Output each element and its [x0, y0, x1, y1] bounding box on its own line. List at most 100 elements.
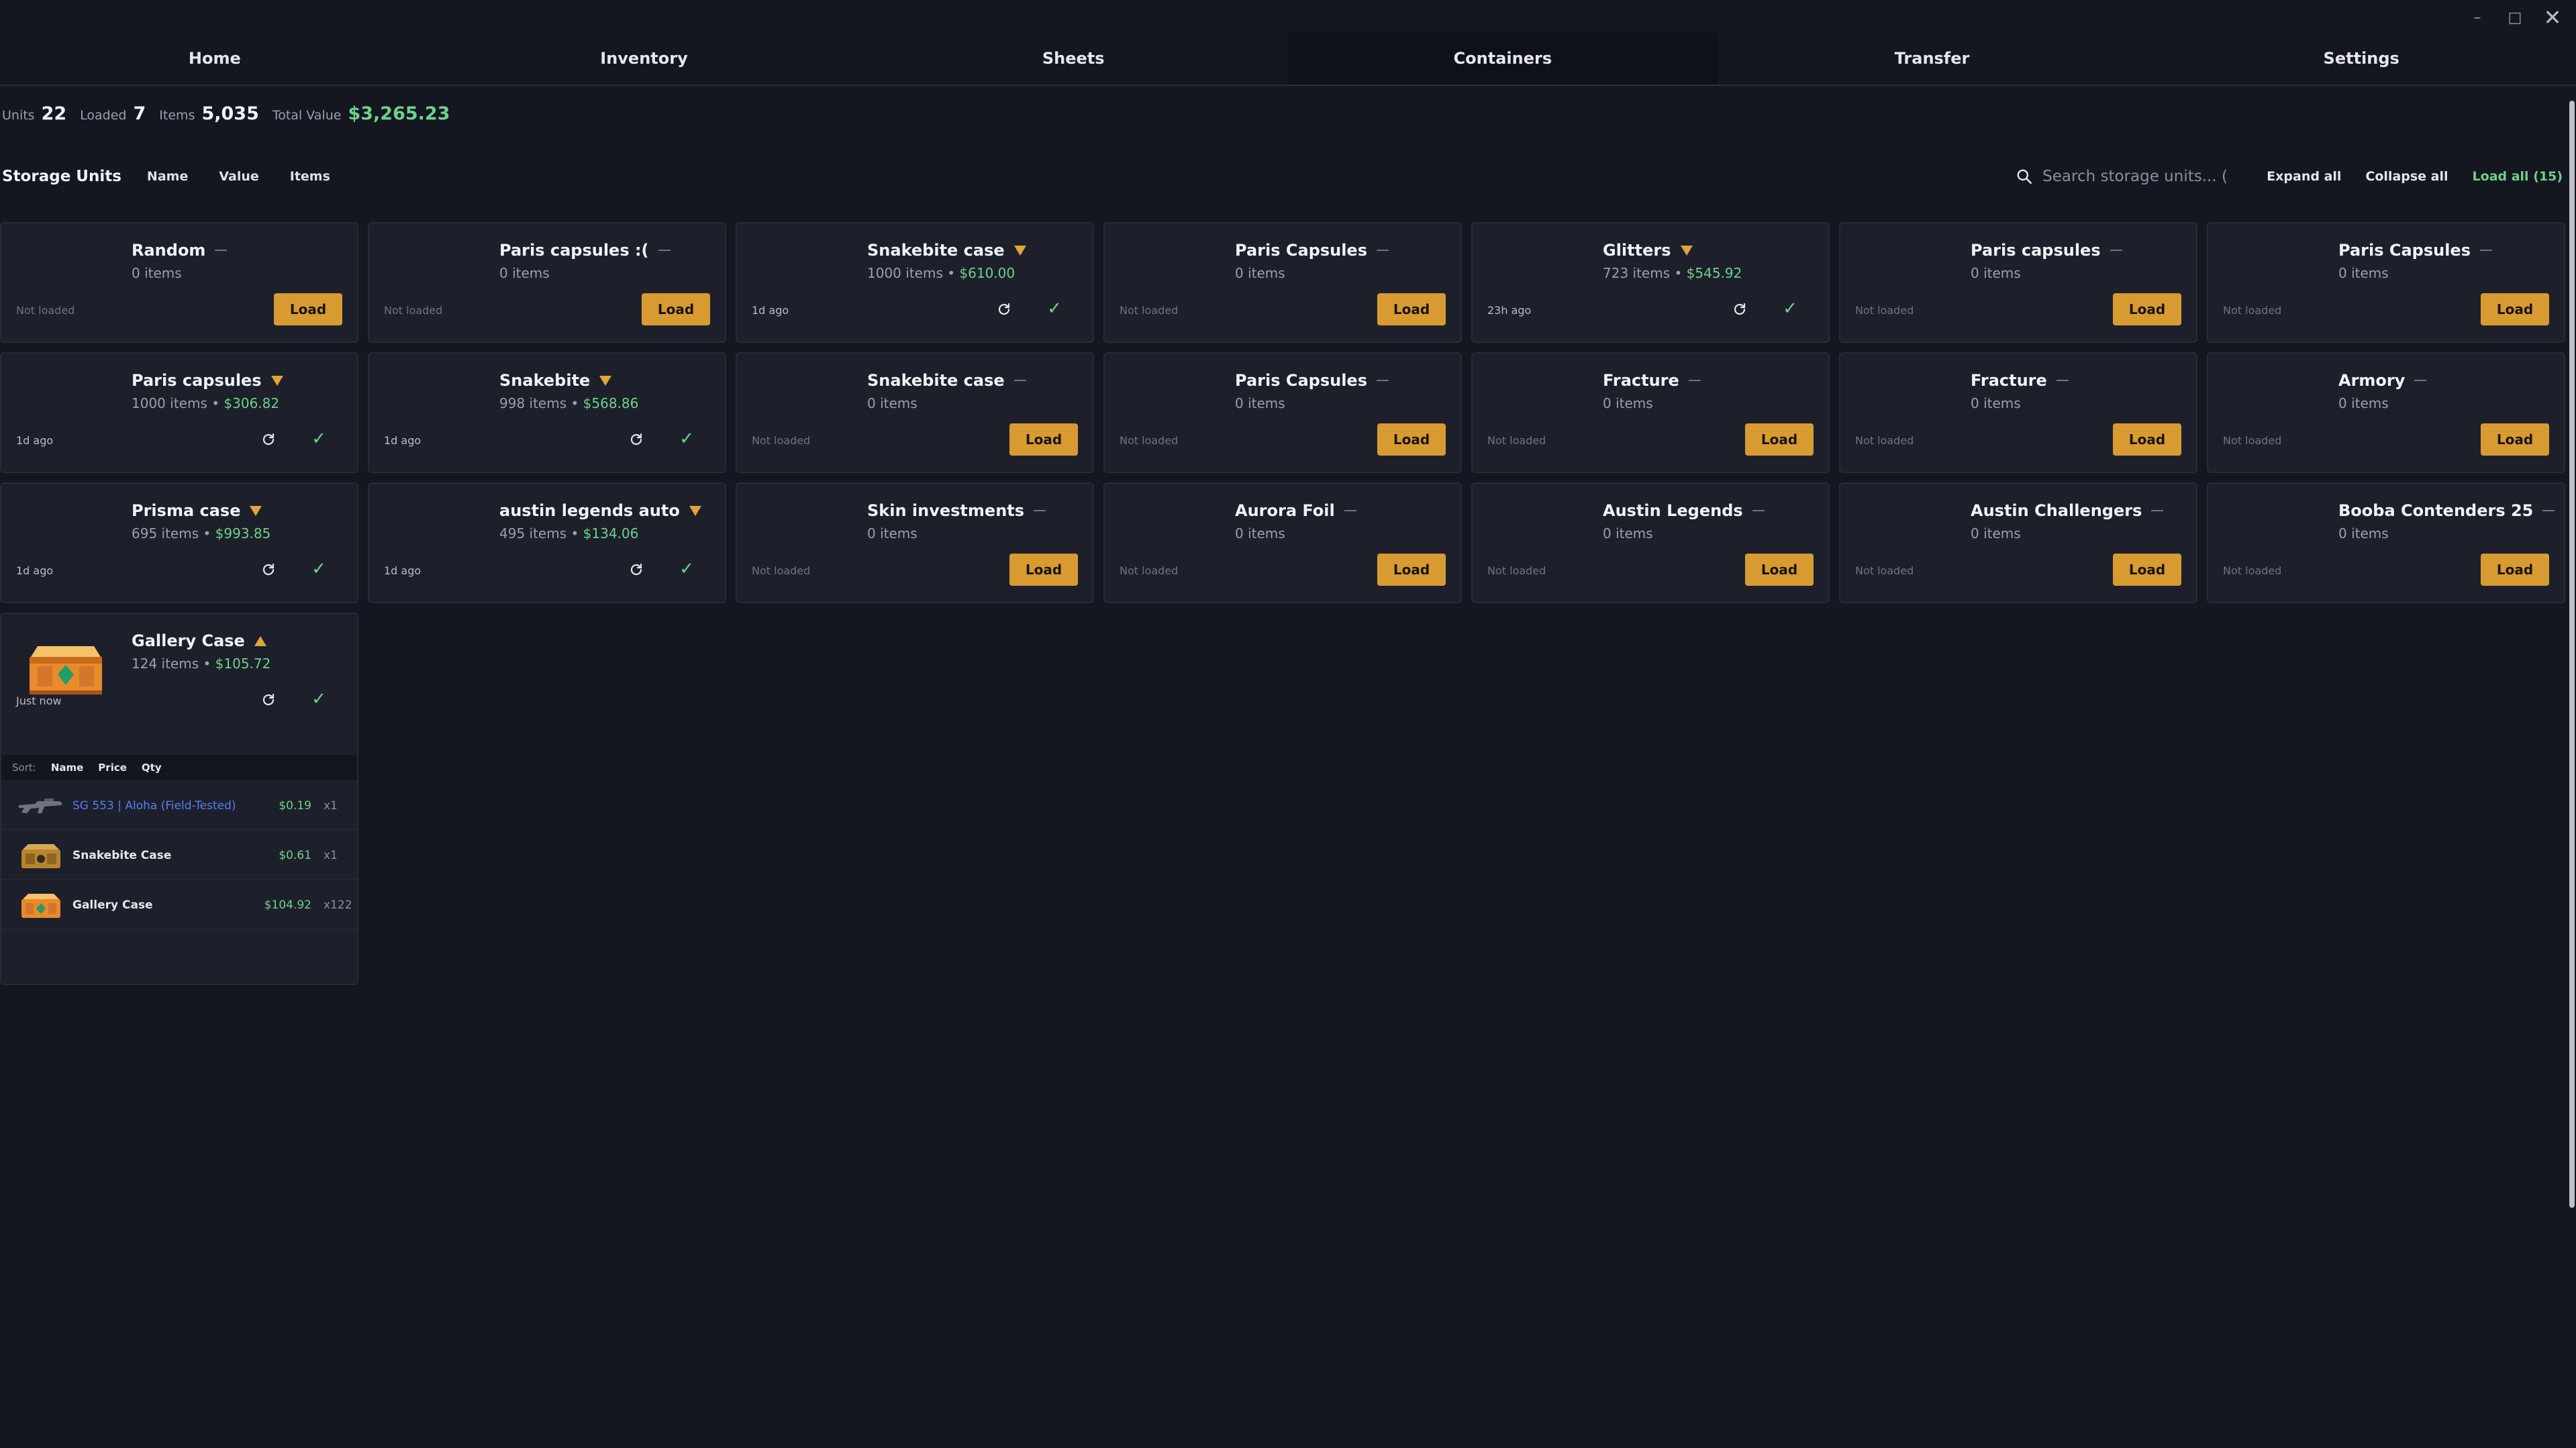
storage-unit-card[interactable]: Paris capsules :( 0 items Not loaded Loa… [368, 222, 726, 343]
unit-status: Not loaded [1855, 434, 1914, 447]
unit-status: Not loaded [1120, 434, 1179, 447]
refresh-icon[interactable] [628, 431, 644, 448]
check-icon: ✓ [311, 689, 326, 709]
load-button[interactable]: Load [2113, 293, 2181, 325]
unit-item-count: 0 items [867, 525, 918, 541]
maximize-icon[interactable]: □ [2506, 9, 2524, 26]
expand-arrow-icon[interactable] [1680, 245, 1693, 256]
storage-unit-card[interactable]: Paris capsules 1000 items • $306.82 1d a… [0, 352, 358, 473]
storage-unit-grid: Random 0 items Not loaded Load Paris cap… [0, 222, 2565, 985]
storage-unit-card[interactable]: Paris Capsules 0 items Not loaded Load [1103, 352, 1462, 473]
refresh-icon[interactable] [996, 301, 1012, 317]
unit-status: 1d ago [16, 564, 54, 577]
storage-unit-card[interactable]: Fracture 0 items Not loaded Load [1839, 352, 2197, 473]
storage-unit-card[interactable]: Aurora Foil 0 items Not loaded Load [1103, 482, 1462, 603]
sort-qty-option[interactable]: Qty [142, 762, 162, 774]
storage-unit-card[interactable]: Snakebite case 1000 items • $610.00 1d a… [736, 222, 1094, 343]
search-input[interactable] [2042, 168, 2231, 185]
storage-unit-card[interactable]: Glitters 723 items • $545.92 23h ago ✓ [1471, 222, 1830, 343]
content-row-snakebite-case[interactable]: Snakebite Case $0.61 x1 [1, 831, 357, 880]
tab-sheets[interactable]: Sheets [858, 32, 1288, 85]
refresh-icon[interactable] [628, 562, 644, 578]
scrollbar-thumb[interactable] [2569, 101, 2575, 1208]
content-row-sg553-aloha[interactable]: SG 553 | Aloha (Field-Tested) $0.19 x1 [1, 782, 357, 830]
expand-all-button[interactable]: Expand all [2267, 169, 2341, 184]
expand-arrow-icon[interactable] [270, 375, 283, 386]
collapse-arrow-icon[interactable] [254, 635, 266, 646]
unit-item-count: 0 items [132, 265, 182, 281]
storage-unit-card[interactable]: austin legends auto 495 items • $134.06 … [368, 482, 726, 603]
load-all-button[interactable]: Load all (15) [2473, 169, 2563, 184]
expand-arrow-icon[interactable] [689, 505, 701, 516]
unit-status: 1d ago [16, 434, 54, 447]
storage-unit-card[interactable]: Booba Contenders 25 0 items Not loaded L… [2207, 482, 2565, 603]
load-button[interactable]: Load [2113, 423, 2181, 456]
storage-unit-card[interactable]: Fracture 0 items Not loaded Load [1471, 352, 1830, 473]
tab-inventory[interactable]: Inventory [430, 32, 859, 85]
sort-by-name-button[interactable]: Name [147, 169, 188, 184]
minimize-icon[interactable]: – [2469, 9, 2486, 26]
stat-items-label: Items [159, 108, 195, 123]
unit-item-count: 1000 items [867, 265, 943, 281]
sort-name-option[interactable]: Name [51, 762, 83, 774]
refresh-icon[interactable] [260, 692, 277, 708]
load-button[interactable]: Load [274, 293, 342, 325]
storage-unit-card[interactable]: Paris Capsules 0 items Not loaded Load [1103, 222, 1462, 343]
load-button[interactable]: Load [1745, 423, 1814, 456]
item-name[interactable]: SG 553 | Aloha (Field-Tested) [72, 799, 279, 813]
check-icon: ✓ [679, 429, 694, 449]
load-button[interactable]: Load [2481, 293, 2549, 325]
load-button[interactable]: Load [2481, 554, 2549, 586]
tab-containers[interactable]: Containers [1288, 32, 1718, 85]
load-button[interactable]: Load [1377, 423, 1446, 456]
load-button[interactable]: Load [1745, 554, 1814, 586]
item-name: Snakebite Case [72, 848, 172, 862]
storage-unit-card[interactable]: Paris capsules 0 items Not loaded Load [1839, 222, 2197, 343]
storage-unit-card[interactable]: Paris Capsules 0 items Not loaded Load [2207, 222, 2565, 343]
refresh-icon[interactable] [260, 431, 277, 448]
expand-arrow-icon[interactable] [1013, 245, 1026, 256]
unit-summary: 1000 items • $306.82 [132, 395, 279, 411]
sort-by-value-button[interactable]: Value [219, 169, 258, 184]
storage-unit-card[interactable]: Prisma case 695 items • $993.85 1d ago ✓ [0, 482, 358, 603]
storage-unit-card[interactable]: Austin Challengers 0 items Not loaded Lo… [1839, 482, 2197, 603]
unit-name: Aurora Foil [1235, 501, 1335, 520]
sort-price-option[interactable]: Price [98, 762, 127, 774]
item-qty: x122 [324, 898, 352, 912]
unit-name: Paris Capsules [1235, 241, 1367, 260]
expanded-storage-unit-card[interactable]: Gallery Case 124 items • $105.72 Just no… [0, 613, 358, 985]
load-button[interactable]: Load [1377, 554, 1446, 586]
check-icon: ✓ [1783, 299, 1797, 319]
refresh-icon[interactable] [1732, 301, 1748, 317]
load-button[interactable]: Load [2113, 554, 2181, 586]
unit-name: Prisma case [132, 501, 241, 520]
storage-unit-card[interactable]: Snakebite case 0 items Not loaded Load [736, 352, 1094, 473]
load-button[interactable]: Load [1009, 554, 1078, 586]
unit-status: 23h ago [1487, 304, 1532, 317]
close-icon[interactable]: ✕ [2544, 5, 2562, 30]
tab-settings[interactable]: Settings [2146, 32, 2576, 85]
storage-unit-card[interactable]: Snakebite 998 items • $568.86 1d ago ✓ [368, 352, 726, 473]
unit-status: 1d ago [384, 434, 422, 447]
load-button[interactable]: Load [642, 293, 710, 325]
tab-transfer[interactable]: Transfer [1718, 32, 2147, 85]
load-button[interactable]: Load [2481, 423, 2549, 456]
unit-item-count: 0 items [1235, 265, 1285, 281]
sort-by-items-button[interactable]: Items [290, 169, 330, 184]
collapse-all-button[interactable]: Collapse all [2365, 169, 2448, 184]
storage-unit-card[interactable]: Austin Legends 0 items Not loaded Load [1471, 482, 1830, 603]
tab-home[interactable]: Home [0, 32, 430, 85]
load-button[interactable]: Load [1377, 293, 1446, 325]
refresh-icon[interactable] [260, 562, 277, 578]
stat-loaded-value: 7 [133, 103, 146, 124]
unit-item-count: 695 items [132, 525, 199, 541]
expand-arrow-icon[interactable] [250, 505, 262, 516]
unit-item-count: 998 items [499, 395, 567, 411]
storage-unit-card[interactable]: Armory 0 items Not loaded Load [2207, 352, 2565, 473]
content-row-gallery-case[interactable]: Gallery Case $104.92 x122 [1, 881, 357, 929]
load-button[interactable]: Load [1009, 423, 1078, 456]
storage-unit-card[interactable]: Random 0 items Not loaded Load [0, 222, 358, 343]
storage-unit-card[interactable]: Skin investments 0 items Not loaded Load [736, 482, 1094, 603]
expand-arrow-icon[interactable] [599, 375, 612, 386]
stat-total-amount: $3,265.23 [348, 103, 450, 124]
